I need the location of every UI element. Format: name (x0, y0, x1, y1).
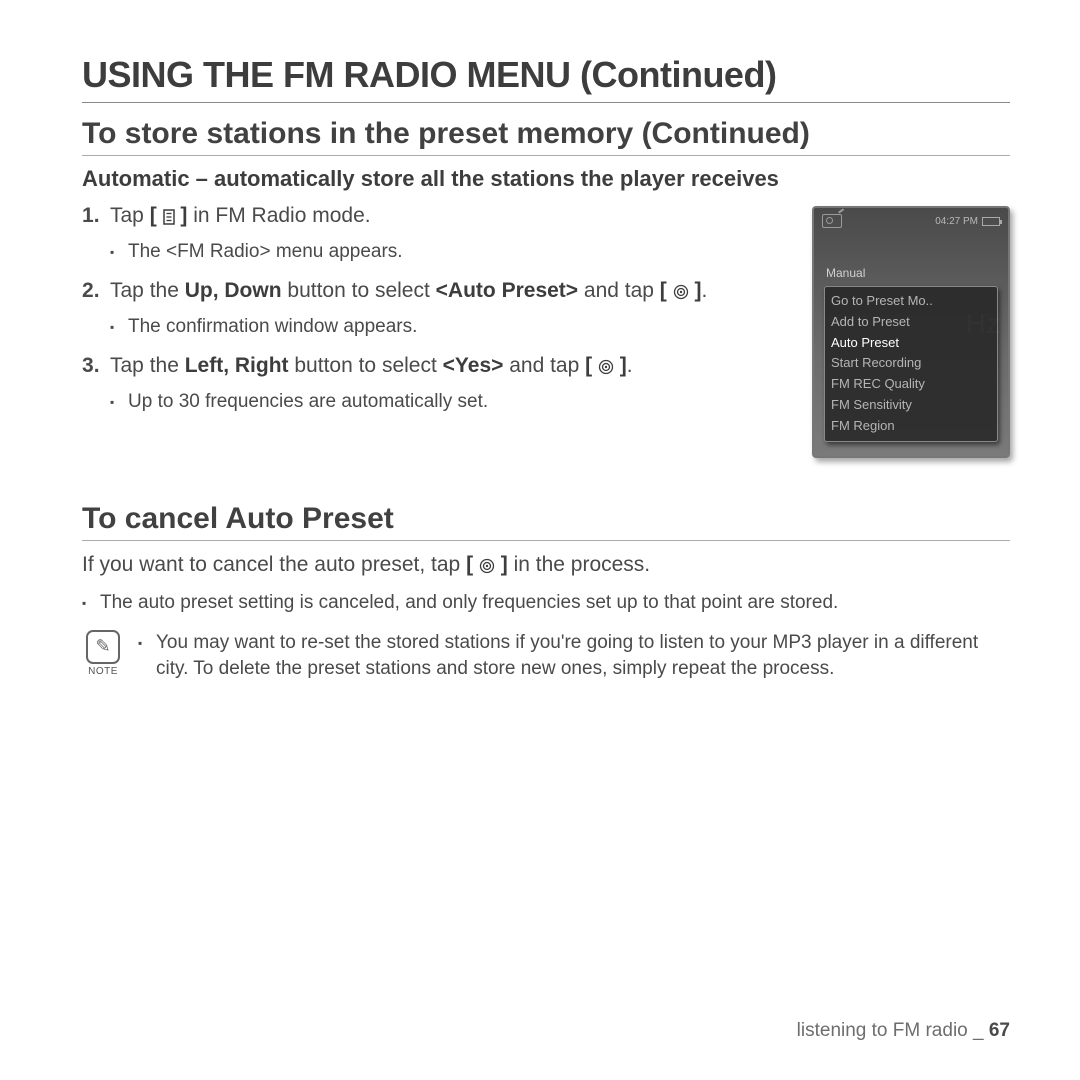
footer-text: listening to FM radio _ (797, 1020, 989, 1041)
step-1-text-a: Tap (110, 204, 150, 227)
subsection-automatic: Automatic – automatically store all the … (82, 166, 1010, 192)
step-2-d: . (701, 279, 707, 302)
device-menu-item: Add to Preset (831, 312, 991, 333)
device-menu-item: Start Recording (831, 353, 991, 374)
device-mode-label: Manual (826, 266, 865, 280)
note-text: You may want to re-set the stored statio… (138, 630, 1010, 681)
device-menu-item: FM REC Quality (831, 374, 991, 395)
battery-icon (982, 217, 1000, 226)
select-icon (479, 554, 495, 582)
cancel-p-a: If you want to cancel the auto preset, t… (82, 553, 466, 576)
step-2-c: and tap (578, 279, 660, 302)
section-store-stations: To store stations in the preset memory (… (82, 117, 1010, 156)
step-3-d: . (627, 354, 633, 377)
device-menu-item: FM Sensitivity (831, 395, 991, 416)
step-1: Tap [ ] in FM Radio mode. The <FM Radio>… (82, 202, 790, 265)
device-menu-item: Go to Preset Mo.. (831, 291, 991, 312)
select-icon (673, 280, 689, 308)
step-3: Tap the Left, Right button to select <Ye… (82, 352, 790, 415)
device-menu-item: FM Region (831, 416, 991, 437)
step-2-a: Tap the (110, 279, 185, 302)
device-menu: Go to Preset Mo.. Add to Preset Auto Pre… (824, 286, 998, 442)
cancel-p-b: in the process. (508, 553, 650, 576)
pencil-icon: ✎ (95, 636, 110, 657)
page-footer: listening to FM radio _ 67 (797, 1020, 1010, 1042)
menu-icon (163, 205, 175, 233)
section-cancel-auto-preset: To cancel Auto Preset (82, 502, 1010, 541)
page-title: USING THE FM RADIO MENU (Continued) (82, 54, 1010, 103)
step-3-bold2: <Yes> (443, 354, 504, 377)
step-3-sub: Up to 30 frequencies are automatically s… (110, 389, 790, 415)
device-screenshot: 04:27 PM Manual Hz Go to Preset Mo.. Add… (812, 206, 1010, 458)
step-1-text-b: in FM Radio mode. (187, 204, 370, 227)
step-2: Tap the Up, Down button to select <Auto … (82, 277, 790, 340)
step-2-sub: The confirmation window appears. (110, 314, 790, 340)
device-menu-item-selected: Auto Preset (831, 333, 991, 354)
step-3-b: button to select (289, 354, 443, 377)
step-3-a: Tap the (110, 354, 185, 377)
cancel-paragraph: If you want to cancel the auto preset, t… (82, 551, 1010, 582)
step-2-bold2: <Auto Preset> (436, 279, 578, 302)
note-label: NOTE (88, 666, 118, 677)
step-2-b: button to select (282, 279, 436, 302)
step-1-sub: The <FM Radio> menu appears. (110, 239, 790, 265)
page-number: 67 (989, 1020, 1010, 1041)
step-2-bold1: Up, Down (185, 279, 282, 302)
steps-list: Tap [ ] in FM Radio mode. The <FM Radio>… (82, 202, 790, 415)
radio-icon (822, 214, 842, 228)
step-3-bold1: Left, Right (185, 354, 289, 377)
note-badge: ✎ NOTE (82, 630, 124, 677)
step-3-c: and tap (503, 354, 585, 377)
select-icon (598, 355, 614, 383)
cancel-sub: The auto preset setting is canceled, and… (82, 590, 1010, 616)
device-time: 04:27 PM (935, 216, 978, 227)
